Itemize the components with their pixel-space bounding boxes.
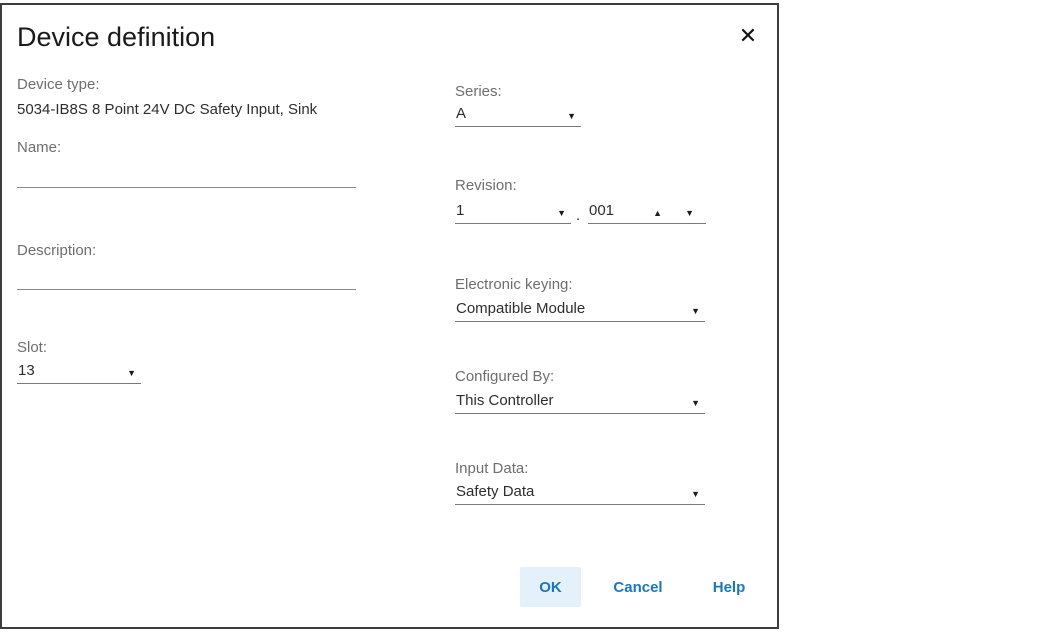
revision-separator: . bbox=[576, 207, 580, 224]
description-input[interactable] bbox=[17, 263, 356, 290]
chevron-down-icon: ▼ bbox=[127, 369, 136, 378]
chevron-down-icon: ▼ bbox=[691, 490, 700, 499]
name-label: Name: bbox=[17, 139, 61, 156]
configured-by-value: This Controller bbox=[456, 392, 554, 409]
series-dropdown[interactable]: A ▼ bbox=[455, 101, 581, 127]
chevron-down-icon: ▼ bbox=[567, 112, 576, 121]
dialog-title: Device definition bbox=[17, 22, 215, 53]
chevron-down-icon: ▼ bbox=[557, 209, 566, 218]
revision-minor-spinner[interactable]: 001 ▲ ▼ bbox=[588, 198, 706, 224]
chevron-down-icon: ▼ bbox=[691, 399, 700, 408]
revision-label: Revision: bbox=[455, 177, 517, 194]
device-type-label: Device type: bbox=[17, 76, 100, 93]
device-definition-dialog: Device definition ✕ Device type: 5034-IB… bbox=[0, 3, 779, 629]
close-button[interactable]: ✕ bbox=[733, 21, 763, 51]
input-data-label: Input Data: bbox=[455, 460, 528, 477]
description-label: Description: bbox=[17, 242, 96, 259]
configured-by-label: Configured By: bbox=[455, 368, 554, 385]
electronic-keying-value: Compatible Module bbox=[456, 300, 585, 317]
electronic-keying-label: Electronic keying: bbox=[455, 276, 573, 293]
close-icon: ✕ bbox=[739, 25, 757, 47]
screen: Device definition ✕ Device type: 5034-IB… bbox=[0, 0, 1050, 634]
slot-value: 13 bbox=[18, 362, 35, 379]
cancel-button[interactable]: Cancel bbox=[596, 567, 680, 607]
input-data-value: Safety Data bbox=[456, 483, 534, 500]
slot-label: Slot: bbox=[17, 339, 47, 356]
slot-dropdown[interactable]: 13 ▼ bbox=[17, 358, 141, 384]
ok-button[interactable]: OK bbox=[520, 567, 581, 607]
revision-major-value: 1 bbox=[456, 202, 464, 219]
series-value: A bbox=[456, 105, 466, 122]
spin-down-icon[interactable]: ▼ bbox=[685, 209, 694, 218]
help-button[interactable]: Help bbox=[694, 567, 764, 607]
series-label: Series: bbox=[455, 83, 502, 100]
revision-major-dropdown[interactable]: 1 ▼ bbox=[455, 198, 571, 224]
device-type-value: 5034-IB8S 8 Point 24V DC Safety Input, S… bbox=[17, 101, 317, 118]
chevron-down-icon: ▼ bbox=[691, 307, 700, 316]
input-data-dropdown[interactable]: Safety Data ▼ bbox=[455, 479, 705, 505]
spin-up-icon[interactable]: ▲ bbox=[653, 209, 662, 218]
revision-minor-value: 001 bbox=[589, 202, 614, 219]
name-input[interactable] bbox=[17, 161, 356, 188]
electronic-keying-dropdown[interactable]: Compatible Module ▼ bbox=[455, 296, 705, 322]
configured-by-dropdown[interactable]: This Controller ▼ bbox=[455, 388, 705, 414]
